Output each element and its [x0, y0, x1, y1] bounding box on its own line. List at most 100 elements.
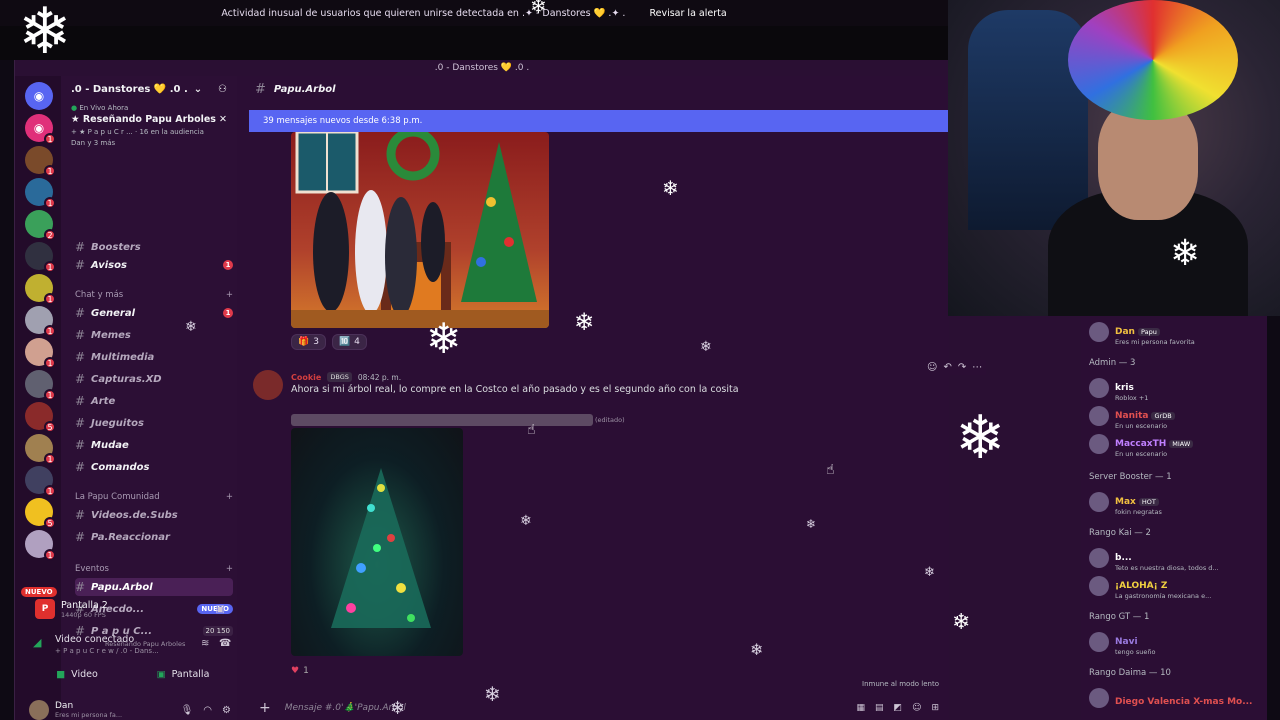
server-icon[interactable]: 1: [25, 274, 56, 305]
noise-icon[interactable]: ≋: [201, 638, 209, 649]
reaction-pill[interactable]: 🎁 3: [291, 334, 326, 350]
channel-category[interactable]: Eventos +: [75, 564, 233, 574]
member-row[interactable]: Dan Papu Eres mi persona favorita: [1089, 320, 1259, 346]
member-row[interactable]: Navi tengo sueño: [1089, 630, 1259, 656]
server-icon[interactable]: 1: [25, 178, 56, 209]
member-row[interactable]: MaccaxTH MIAW En un escenario: [1089, 432, 1259, 458]
member-row[interactable]: Diego Valencia X-mas Mo...: [1089, 686, 1259, 710]
message-username[interactable]: Cookie: [291, 373, 321, 382]
reaction-count: 4: [354, 337, 360, 347]
mic-icon[interactable]: 🎙: [181, 705, 194, 716]
avatar: [1089, 688, 1109, 708]
server-icon[interactable]: 2: [25, 210, 56, 241]
channel-item[interactable]: # Memes: [75, 326, 233, 344]
server-icon[interactable]: 1: [25, 466, 56, 497]
hash-icon: #: [75, 258, 86, 272]
channel-item[interactable]: # Avisos 1: [75, 256, 233, 274]
reaction-pill[interactable]: 🔟 4: [331, 334, 367, 350]
hash-icon: #: [75, 328, 86, 342]
more-icon[interactable]: ⋯: [972, 362, 982, 373]
disconnect-icon[interactable]: ☎: [219, 638, 231, 649]
member-name: Diego Valencia X-mas Mo...: [1115, 696, 1253, 707]
spoiler-text[interactable]: [291, 414, 593, 426]
server-icon[interactable]: 1: [25, 338, 56, 369]
add-member-icon[interactable]: ⚇: [218, 84, 227, 95]
add-channel-icon[interactable]: +: [226, 492, 233, 502]
member-row[interactable]: kris Roblox +1: [1089, 376, 1259, 402]
avatar[interactable]: [253, 370, 283, 400]
channel-item[interactable]: # Capturas.XD: [75, 370, 233, 388]
screen-share-panel[interactable]: P Pantalla 2 1440p 60 FPS ▣: [25, 594, 235, 624]
emoji-icon[interactable]: ☺: [912, 703, 921, 713]
gif-icon[interactable]: ▤: [875, 703, 884, 713]
channel-item[interactable]: # Arte: [75, 392, 233, 410]
screen-button[interactable]: ▣ Pantalla: [135, 664, 231, 684]
channel-category[interactable]: Chat y más +: [75, 290, 233, 300]
react-icon[interactable]: ☺: [927, 362, 937, 373]
server-icon[interactable]: 5: [25, 402, 56, 433]
channel-category[interactable]: La Papu Comunidad +: [75, 492, 233, 502]
hash-icon: #: [75, 350, 86, 364]
member-status: fokin negratas: [1115, 507, 1162, 516]
channel-item[interactable]: # Pa.Reaccionar: [75, 528, 233, 546]
signal-icon: ◢: [33, 636, 42, 649]
screen-sub: 1440p 60 FPS: [61, 610, 106, 619]
channel-label: Videos.de.Subs: [91, 509, 178, 521]
tree-photo[interactable]: [291, 428, 463, 656]
member-list: Admin — 3 Server Booster — 1 Rango Kai — 2…: [1081, 256, 1267, 720]
server-icon[interactable]: 1: [25, 530, 56, 561]
stop-share-icon[interactable]: ▣: [216, 604, 225, 615]
discord-home-icon[interactable]: ◉: [25, 82, 53, 110]
member-row[interactable]: b... Teto es nuestra diosa, todos d...: [1089, 546, 1259, 572]
video-button[interactable]: ■ Video: [29, 664, 125, 684]
channel-item[interactable]: # Videos.de.Subs: [75, 506, 233, 524]
close-icon[interactable]: ✕: [219, 114, 227, 125]
guild-tag: DBGS: [327, 372, 352, 382]
forward-icon[interactable]: ↷: [958, 362, 966, 373]
gear-icon[interactable]: ⚙: [222, 705, 231, 716]
live-stage-sub: + ★ P a p u C r ... · 16 en la audiencia: [71, 128, 204, 136]
channel-label: Comandos: [91, 461, 150, 473]
member-row[interactable]: Nanita GrDB En un escenario: [1089, 404, 1259, 430]
member-tag: Papu: [1137, 327, 1160, 336]
server-header[interactable]: .0 - Danstores 💛 .0 . ⌄ ⚇: [61, 76, 237, 102]
composer-placeholder: Mensaje #.0'🎄'Papu.Arbol: [284, 703, 406, 713]
christmas-image[interactable]: [291, 132, 549, 328]
channel-label: Multimedia: [91, 351, 155, 363]
channel-item[interactable]: # Jueguitos: [75, 414, 233, 432]
server-icon[interactable]: 1: [25, 370, 56, 401]
sticker-icon[interactable]: ◩: [894, 703, 903, 713]
member-status: tengo sueño: [1115, 647, 1156, 656]
channel-label: General: [91, 307, 135, 319]
server-icon[interactable]: 1: [25, 242, 56, 273]
channel-item[interactable]: # General 1: [75, 304, 233, 322]
channel-item[interactable]: # Mudae: [75, 436, 233, 454]
reply-icon[interactable]: ↶: [943, 362, 951, 373]
member-status: Teto es nuestra diosa, todos d...: [1115, 563, 1219, 572]
live-stage-title[interactable]: ★ Reseñando Papu Arboles ✕: [61, 114, 237, 125]
server-icon[interactable]: 1: [25, 434, 56, 465]
member-row[interactable]: Max HOT fokin negratas: [1089, 490, 1259, 516]
headphones-icon[interactable]: ◠: [203, 705, 212, 716]
heart-reaction[interactable]: ♥ 1: [291, 666, 309, 676]
gift-icon[interactable]: ▦: [857, 703, 866, 713]
new-messages-bar[interactable]: 39 mensajes nuevos desde 6:38 p.m.: [249, 110, 949, 132]
webcam-overlay: [948, 0, 1280, 316]
add-channel-icon[interactable]: +: [226, 564, 233, 574]
avatar[interactable]: [29, 700, 49, 720]
channel-item[interactable]: # Comandos: [75, 458, 233, 476]
server-icon[interactable]: ◉ 1: [25, 114, 56, 145]
channel-label: Capturas.XD: [91, 373, 162, 385]
message-composer[interactable]: + Mensaje #.0'🎄'Papu.Arbol ▦ ▤ ◩ ☺ ⊞: [249, 696, 949, 720]
category-label: Chat y más: [75, 290, 124, 300]
review-alert-link[interactable]: Revisar la alerta: [649, 8, 726, 19]
add-attachment-icon[interactable]: +: [259, 700, 271, 716]
server-icon[interactable]: 1: [25, 146, 56, 177]
server-icon[interactable]: 5: [25, 498, 56, 529]
channel-item[interactable]: # Multimedia: [75, 348, 233, 366]
apps-icon[interactable]: ⊞: [931, 703, 939, 713]
add-channel-icon[interactable]: +: [226, 290, 233, 300]
member-row[interactable]: ¡ALOHA¡ Z La gastronomía mexicana e...: [1089, 574, 1259, 600]
channel-item[interactable]: # Boosters: [75, 238, 233, 256]
server-icon[interactable]: 1: [25, 306, 56, 337]
